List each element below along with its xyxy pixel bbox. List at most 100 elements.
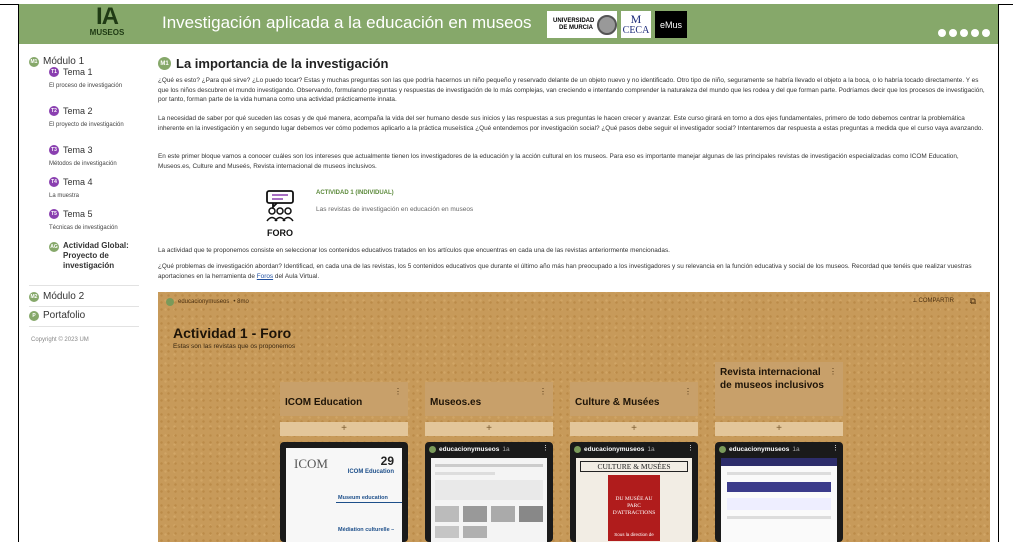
- post-author: educacionymuseos: [729, 445, 790, 453]
- sidebar-item-modulo-2[interactable]: M2 Módulo 2: [29, 291, 84, 302]
- padlet-embed[interactable]: educacionymuseos • 8mo ⟂ COMPARTIR ⧉ Act…: [158, 292, 990, 542]
- post-card[interactable]: ICOM 29 ICOM Education Museum education …: [280, 442, 408, 542]
- sidebar-item-label: Módulo 2: [43, 291, 85, 302]
- add-post-button[interactable]: +: [715, 422, 843, 436]
- intro-paragraph: ¿Qué es esto? ¿Para qué sirve? ¿Lo puedo…: [158, 77, 985, 103]
- column-title: Revista internacional de museos inclusiv…: [720, 367, 824, 391]
- tema-subtitle[interactable]: El proceso de investigación: [49, 82, 139, 90]
- more-icon[interactable]: ⋮: [539, 387, 547, 396]
- add-post-button[interactable]: +: [280, 422, 408, 436]
- padlet-author-time: • 8mo: [233, 299, 249, 305]
- post-card[interactable]: educacionymuseos 1a ⋮: [715, 442, 843, 542]
- column-header[interactable]: Revista internacional de museos inclusiv…: [715, 362, 843, 416]
- share-button[interactable]: ⟂ COMPARTIR: [913, 298, 954, 305]
- thumb-subtitle: ICOM Education: [347, 469, 394, 475]
- sidebar-divider: [29, 285, 139, 286]
- sidebar-item-label: Tema 1: [63, 67, 93, 77]
- sidebar-divider: [29, 326, 139, 327]
- body-paragraph: La actividad que te proponemos consiste …: [158, 247, 670, 254]
- partner-logos: UNIVERSIDAD DE MURCIA M CECA eMus: [547, 11, 687, 38]
- more-icon[interactable]: ⋮: [832, 444, 839, 452]
- padlet-topbar: educacionymuseos • 8mo ⟂ COMPARTIR ⧉: [158, 292, 990, 312]
- column-header[interactable]: Culture & Musées ⋮: [570, 382, 698, 416]
- sidebar-item-tema-2[interactable]: T2 Tema 2: [49, 106, 93, 116]
- more-icon[interactable]: ⋮: [684, 387, 692, 396]
- more-icon[interactable]: ⋮: [829, 367, 837, 376]
- column-title: Museos.es: [430, 397, 482, 408]
- tema-subtitle[interactable]: La muestra: [49, 192, 139, 200]
- thumb-text: Museum education: [338, 495, 388, 501]
- column-header[interactable]: Museos.es ⋮: [425, 382, 553, 416]
- body-paragraph: ¿Qué problemas de investigación abordan?…: [158, 262, 990, 281]
- post-header: educacionymuseos 1a: [570, 442, 698, 456]
- post-card[interactable]: educacionymuseos 1a ⋮: [425, 442, 553, 542]
- foros-link[interactable]: Foros: [257, 273, 273, 280]
- padlet-author-name: educacionymuseos: [178, 299, 230, 305]
- thumb-text: Sous la direction de: [614, 532, 654, 537]
- add-icon[interactable]: [960, 29, 968, 37]
- menu-icon[interactable]: [971, 29, 979, 37]
- tema-badge: T5: [49, 209, 59, 219]
- add-post-button[interactable]: +: [570, 422, 698, 436]
- avatar: [166, 298, 174, 306]
- more-icon[interactable]: ⋮: [542, 444, 549, 452]
- avatar: [574, 445, 581, 453]
- emus-text: eMus: [659, 19, 682, 30]
- post-thumbnail: [721, 458, 837, 542]
- post-thumbnail: [431, 458, 547, 542]
- sidebar-nav: M1 Módulo 1 T1 Tema 1 El proceso de inve…: [19, 44, 149, 542]
- sidebar-item-label: Módulo 1: [43, 56, 85, 67]
- body-paragraph: La necesidad de saber por qué suceden la…: [158, 115, 984, 132]
- sidebar-item-label: Actividad Global: Proyecto de investigac…: [63, 241, 129, 270]
- add-post-button[interactable]: +: [425, 422, 553, 436]
- more-icon[interactable]: ⋮: [687, 444, 694, 452]
- thumb-subtitle: DU MUSÉE AU PARC D'ATTRACTIONS: [612, 496, 656, 516]
- expand-icon[interactable]: ⧉: [970, 296, 976, 307]
- actividad-title[interactable]: ACTIVIDAD 1 (INDIVIDUAL): [316, 190, 394, 196]
- sidebar-item-tema-3[interactable]: T3 Tema 3: [49, 145, 93, 155]
- emus-logo[interactable]: eMus: [655, 11, 687, 38]
- post-card[interactable]: educacionymuseos 1a ⋮ CULTURE & MUSÉES D…: [570, 442, 698, 542]
- post-thumbnail: CULTURE & MUSÉES DU MUSÉE AU PARC D'ATTR…: [576, 458, 692, 542]
- ceca-logo[interactable]: M CECA: [621, 11, 651, 38]
- tema-subtitle[interactable]: Métodos de investigación: [49, 160, 139, 168]
- avatar: [429, 445, 436, 453]
- sidebar-item-label: Tema 2: [63, 106, 93, 116]
- column-header[interactable]: ICOM Education ⋮: [280, 382, 408, 416]
- more-icon[interactable]: ⋮: [394, 387, 402, 396]
- post-time: 1a: [792, 445, 800, 453]
- ceca-text: CECA: [622, 25, 650, 36]
- module-badge: M1: [158, 57, 171, 70]
- sidebar-item-label: Tema 4: [63, 177, 93, 187]
- sidebar-item-portafolio[interactable]: P Portafolio: [29, 310, 85, 321]
- post-time: 1a: [647, 445, 655, 453]
- tema-badge: T3: [49, 145, 59, 155]
- forum-icon: [266, 190, 294, 222]
- ia-museos-logo[interactable]: IA MUSEOS: [87, 4, 127, 38]
- body-paragraph: En este primer bloque vamos a conocer cu…: [158, 153, 959, 170]
- post-header: educacionymuseos 1a: [715, 442, 843, 456]
- foro-icon-block[interactable]: FORO: [260, 189, 300, 238]
- sidebar-item-actividad-global[interactable]: AG Actividad Global: Proyecto de investi…: [49, 241, 138, 271]
- portafolio-badge: P: [29, 310, 39, 321]
- padlet-author[interactable]: educacionymuseos • 8mo: [166, 298, 249, 306]
- sidebar-item-tema-4[interactable]: T4 Tema 4: [49, 177, 93, 187]
- module-badge: M2: [29, 291, 39, 302]
- logo-ia: IA: [96, 4, 119, 30]
- sidebar-item-modulo-1[interactable]: M1 Módulo 1: [29, 56, 84, 67]
- tema-subtitle[interactable]: El proyecto de investigación: [49, 121, 139, 129]
- tema-subtitle[interactable]: Técnicas de investigación: [49, 224, 139, 232]
- sidebar-divider: [29, 306, 139, 307]
- home-icon[interactable]: [938, 29, 946, 37]
- info-icon[interactable]: [982, 29, 990, 37]
- logo-museos: MUSEOS: [89, 28, 125, 37]
- sidebar-item-label: Tema 3: [63, 145, 93, 155]
- back-icon[interactable]: [949, 29, 957, 37]
- sidebar-item-tema-5[interactable]: T5 Tema 5: [49, 209, 93, 219]
- module-badge: M1: [29, 56, 39, 67]
- padlet-title: Actividad 1 - Foro: [173, 325, 292, 341]
- murcia-logo[interactable]: UNIVERSIDAD DE MURCIA: [547, 11, 617, 38]
- post-time: 1a: [502, 445, 510, 453]
- tema-badge: T4: [49, 177, 59, 187]
- sidebar-item-tema-1[interactable]: T1 Tema 1: [49, 67, 93, 77]
